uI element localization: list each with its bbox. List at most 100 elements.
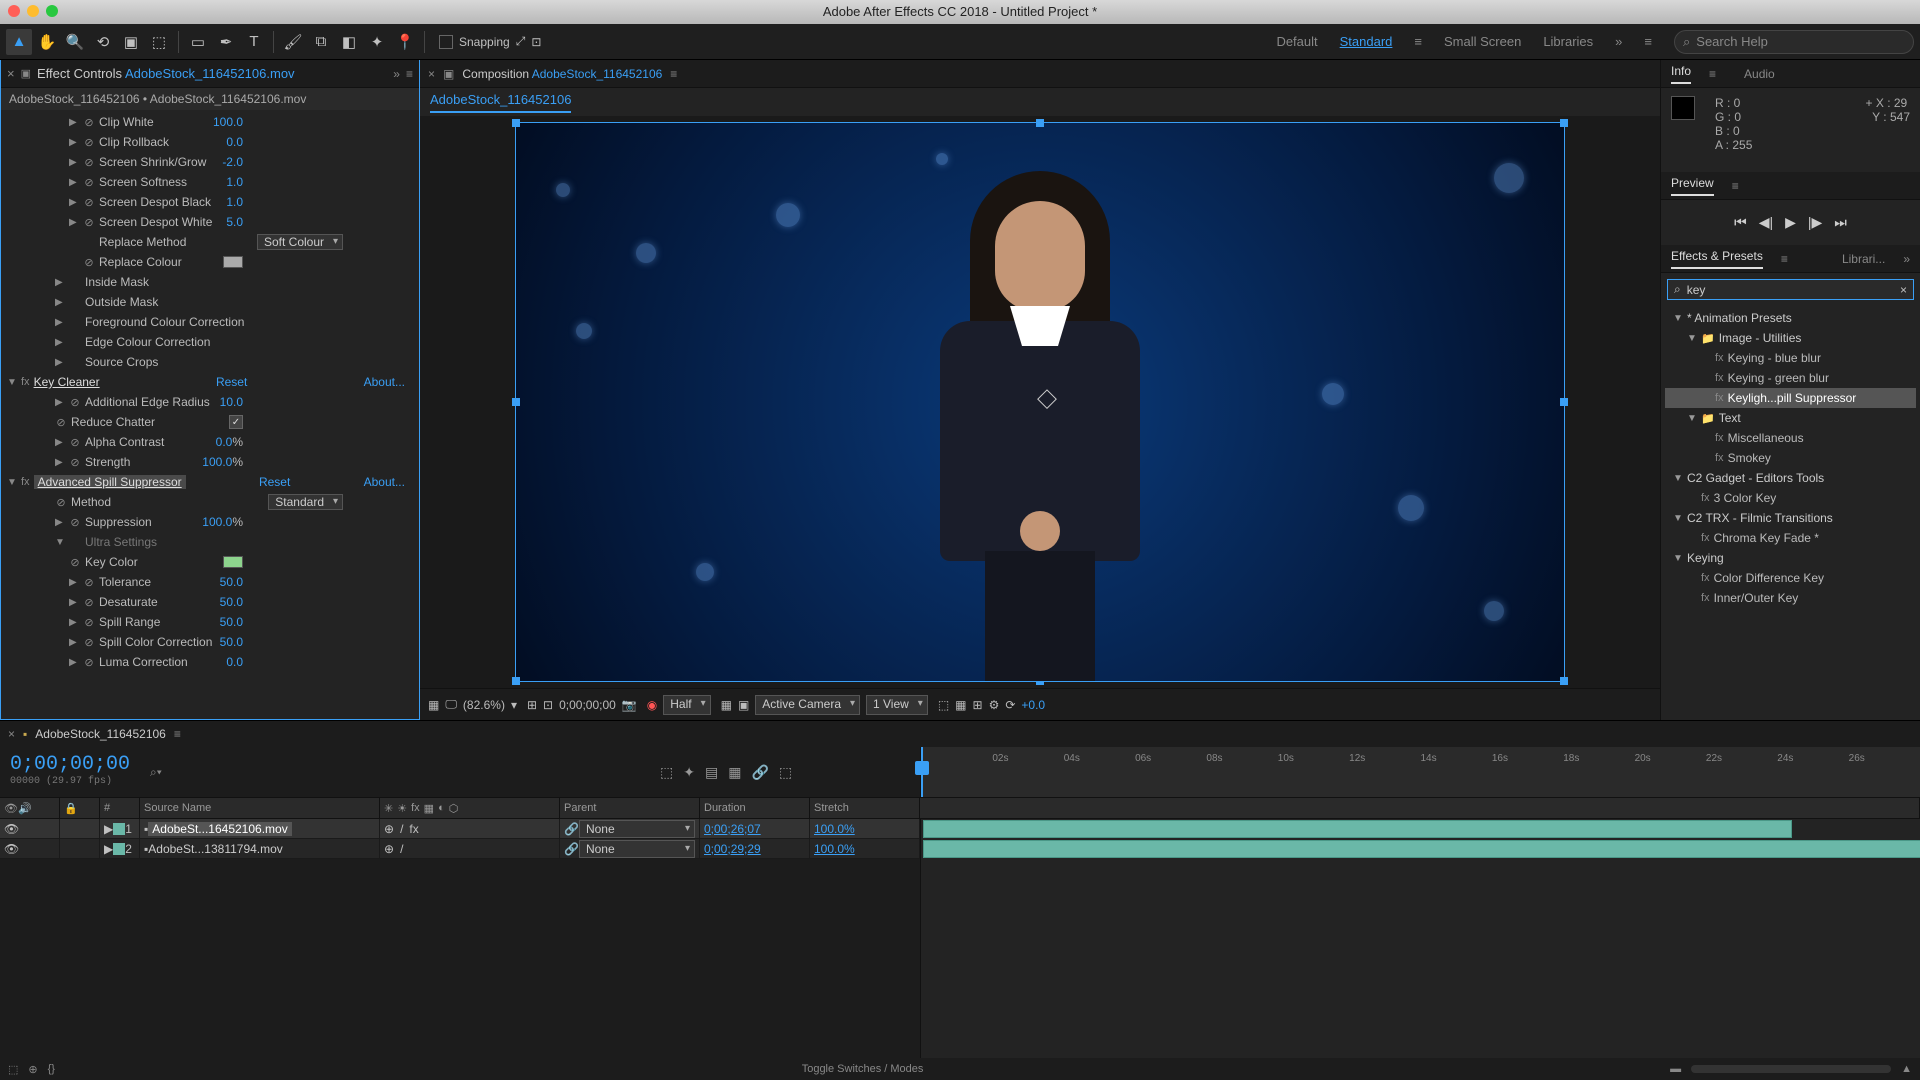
comp-tab[interactable]: Composition AdobeStock_116452106 — [462, 67, 662, 81]
handle-br-icon[interactable] — [1560, 677, 1568, 685]
col-eye-icon[interactable]: 👁 — [4, 802, 18, 815]
snapshot-icon[interactable]: 📷 — [622, 698, 637, 712]
tl-menu-icon[interactable]: ≡ — [174, 727, 181, 741]
grid-icon[interactable]: ▦ — [721, 698, 732, 712]
ec-close-icon[interactable]: × — [7, 66, 15, 81]
zoom-drop-icon[interactable]: ▾ — [511, 698, 517, 712]
preview-menu-icon[interactable]: ≡ — [1732, 179, 1739, 193]
close-window-icon[interactable] — [8, 5, 20, 17]
tl-icon6[interactable]: ⬚ — [779, 764, 792, 781]
timeline-tracks[interactable] — [920, 819, 1920, 1058]
ec-property-row[interactable]: ▶Inside Mask — [7, 272, 413, 292]
ec-tab[interactable]: Effect Controls AdobeStock_116452106.mov — [37, 66, 295, 81]
comp-close-icon[interactable]: × — [428, 67, 435, 81]
snapping-toggle[interactable]: Snapping ⤢ ⊡ — [439, 34, 541, 49]
help-search[interactable]: ⌕ Search Help — [1674, 30, 1914, 54]
last-frame-icon[interactable]: ⏭ — [1834, 214, 1847, 231]
camera-dropdown[interactable]: Active Camera — [755, 695, 860, 715]
layer-bar[interactable] — [923, 820, 1792, 838]
comp-subtab[interactable]: AdobeStock_116452106 — [430, 92, 571, 113]
res-icon1[interactable]: ⊞ — [527, 698, 537, 712]
snap-opt2-icon[interactable]: ⊡ — [531, 35, 541, 49]
ec-property-row[interactable]: ▼Ultra Settings — [7, 532, 413, 552]
res-icon2[interactable]: ⊡ — [543, 698, 553, 712]
alpha-icon[interactable]: ▦ — [428, 698, 439, 712]
pen-tool-icon[interactable]: ✒ — [213, 29, 239, 55]
ec-lock-icon[interactable]: ▣ — [21, 67, 31, 80]
ec-property-row[interactable]: ▶⊘Screen Despot Black1.0 — [7, 192, 413, 212]
ec-property-row[interactable]: ▶⊘Tolerance50.0 — [7, 572, 413, 592]
ec-property-row[interactable]: ▶⊘Strength100.0% — [7, 452, 413, 472]
workspace-standard[interactable]: Standard — [1340, 34, 1393, 49]
col-lock-icon[interactable]: 🔒 — [64, 802, 78, 815]
ec-property-row[interactable]: ▶Source Crops — [7, 352, 413, 372]
toggle-switches[interactable]: Toggle Switches / Modes — [802, 1063, 924, 1075]
viewer-timecode[interactable]: 0;00;00;00 — [559, 698, 616, 712]
snap-opt1-icon[interactable]: ⤢ — [516, 34, 526, 49]
comp-menu-icon[interactable]: ≡ — [670, 67, 677, 81]
workspace-smallscreen[interactable]: Small Screen — [1444, 34, 1521, 49]
orbit-tool-icon[interactable]: ⟲ — [90, 29, 116, 55]
tree-group[interactable]: ▼* Animation Presets — [1665, 308, 1916, 328]
tree-item[interactable]: fxKeyligh...pill Suppressor — [1665, 388, 1916, 408]
vb-icon4[interactable]: ⚙ — [989, 698, 1000, 712]
effects-presets-tab[interactable]: Effects & Presets — [1671, 249, 1763, 269]
layer-bar[interactable] — [923, 840, 1920, 858]
eraser-tool-icon[interactable]: ◧ — [336, 29, 362, 55]
tree-item[interactable]: fxInner/Outer Key — [1665, 588, 1916, 608]
next-frame-icon[interactable]: |▶ — [1808, 214, 1822, 231]
tl-foot-icon1[interactable]: ⬚ — [8, 1063, 18, 1076]
tree-group[interactable]: ▼Keying — [1665, 548, 1916, 568]
info-menu-icon[interactable]: ≡ — [1709, 67, 1716, 81]
composition-viewer[interactable] — [420, 116, 1660, 688]
vb-icon2[interactable]: ▦ — [955, 698, 966, 712]
puppet-tool-icon[interactable]: ✦ — [364, 29, 390, 55]
view-dropdown[interactable]: 1 View — [866, 695, 928, 715]
effects-search[interactable]: ⌕ × — [1667, 279, 1914, 300]
tree-item[interactable]: fxColor Difference Key — [1665, 568, 1916, 588]
shape-tool-icon[interactable]: ▭ — [185, 29, 211, 55]
ec-property-row[interactable]: ▶⊘Suppression100.0% — [7, 512, 413, 532]
ec-property-row[interactable]: ▶Foreground Colour Correction — [7, 312, 413, 332]
layer-row[interactable]: 👁▶ 1▪ AdobeSt...16452106.mov⊕/fx🔗 None0;… — [0, 819, 920, 839]
display-icon[interactable]: 🖵 — [445, 697, 457, 712]
eye-icon[interactable]: 👁 — [4, 822, 19, 836]
vb-icon1[interactable]: ⬚ — [938, 698, 949, 712]
tree-item[interactable]: fxKeying - green blur — [1665, 368, 1916, 388]
mask-icon[interactable]: ▣ — [738, 698, 749, 712]
tl-icon4[interactable]: ▦ — [728, 764, 741, 781]
tl-search[interactable]: ⌕▾ — [140, 747, 660, 797]
tree-item[interactable]: fxKeying - blue blur — [1665, 348, 1916, 368]
zoom-value[interactable]: (82.6%) — [463, 698, 505, 712]
tree-item[interactable]: fxChroma Key Fade * — [1665, 528, 1916, 548]
maximize-window-icon[interactable] — [46, 5, 58, 17]
selection-tool-icon[interactable]: ▲ — [6, 29, 32, 55]
ec-property-row[interactable]: ⊘Replace Colour — [7, 252, 413, 272]
sw-icon[interactable]: ◐ — [438, 802, 445, 814]
workspace-menu-icon[interactable]: ≡ — [1414, 34, 1422, 49]
tree-group[interactable]: ▼📁Image - Utilities — [1665, 328, 1916, 348]
handle-tr-icon[interactable] — [1560, 119, 1568, 127]
zoom-in-icon[interactable]: ▲ — [1901, 1063, 1912, 1075]
col-source[interactable]: Source Name — [140, 798, 380, 818]
ec-property-row[interactable]: ▼fxAdvanced Spill SuppressorResetAbout..… — [7, 472, 413, 492]
ec-property-row[interactable]: ▶⊘Clip White100.0 — [7, 112, 413, 132]
sw-icon[interactable]: ⬡ — [449, 802, 459, 815]
ec-property-row[interactable]: ⊘Key Color — [7, 552, 413, 572]
handle-tl-icon[interactable] — [512, 119, 520, 127]
col-speaker-icon[interactable]: 🔊 — [18, 802, 32, 815]
ec-property-row[interactable]: ▶⊘Screen Despot White5.0 — [7, 212, 413, 232]
window-controls[interactable] — [8, 5, 58, 17]
ec-more-icon[interactable]: » — [393, 67, 400, 81]
tl-timecode-value[interactable]: 0;00;00;00 — [10, 753, 130, 776]
brush-tool-icon[interactable]: 🖌 — [280, 29, 306, 55]
tl-icon3[interactable]: ▤ — [705, 764, 718, 781]
first-frame-icon[interactable]: ⏮ — [1734, 214, 1747, 231]
sw-icon[interactable]: fx — [411, 802, 420, 814]
sw-icon[interactable]: ▦ — [424, 802, 434, 815]
clone-tool-icon[interactable]: ⧉ — [308, 29, 334, 55]
layer-row[interactable]: 👁▶ 2▪ AdobeSt...13811794.mov⊕/🔗 None0;00… — [0, 839, 920, 859]
play-icon[interactable]: ▶ — [1785, 214, 1796, 231]
ec-property-row[interactable]: ⊘Reduce Chatter✓ — [7, 412, 413, 432]
minimize-window-icon[interactable] — [27, 5, 39, 17]
